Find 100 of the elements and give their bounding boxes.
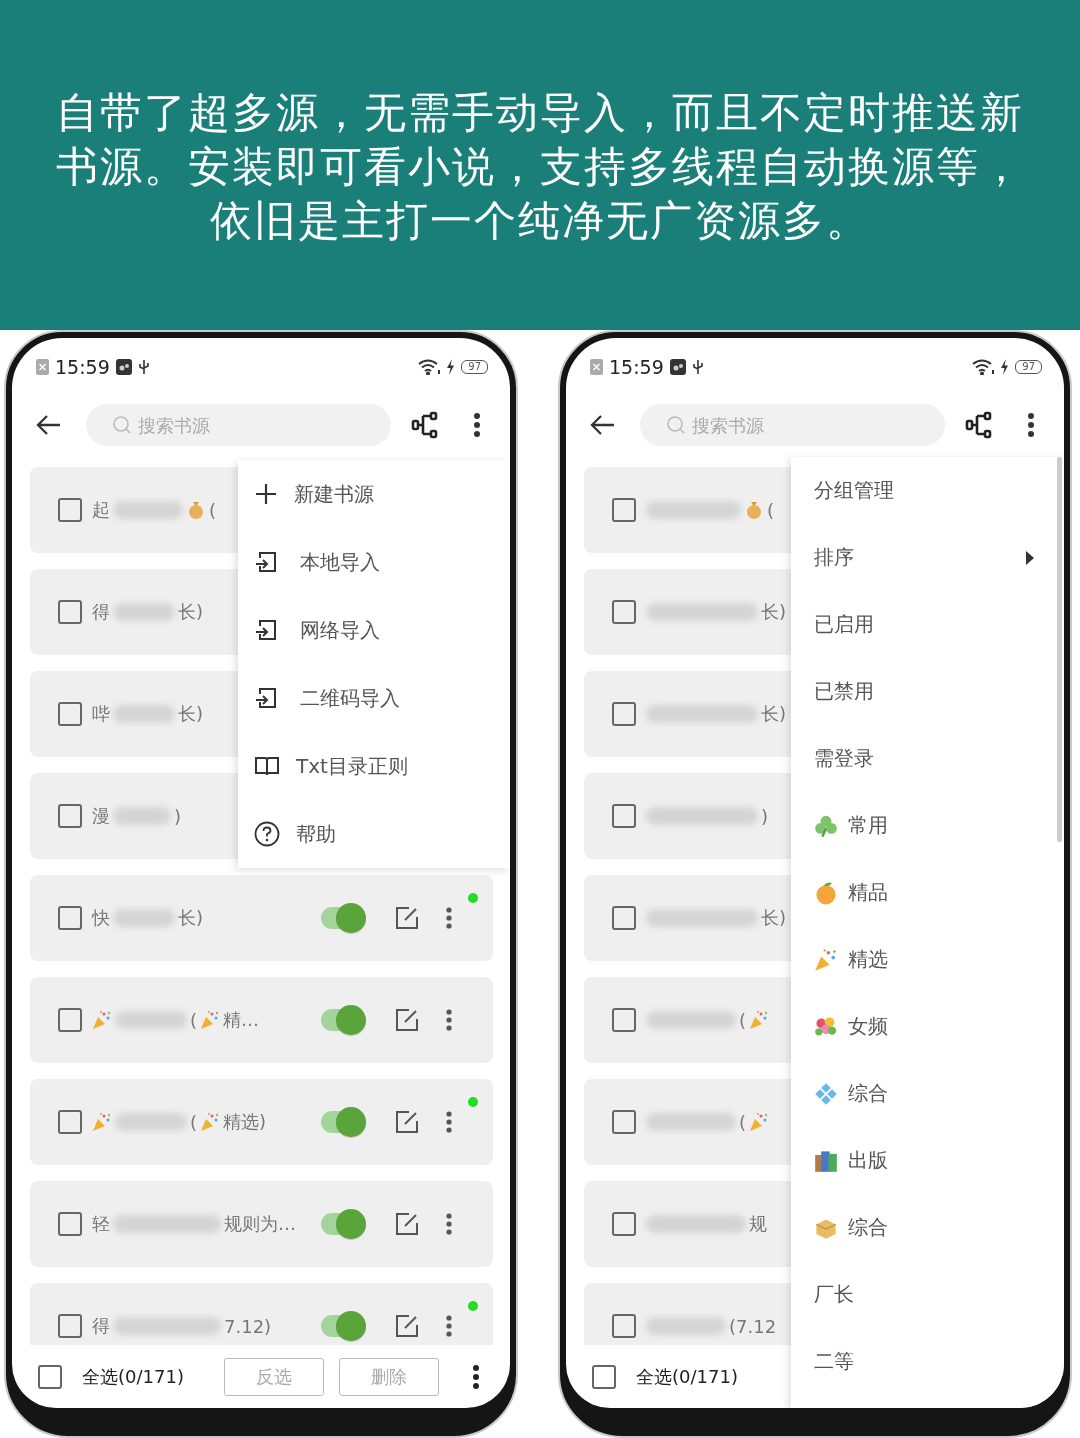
menu-label: 二维码导入 [300, 684, 400, 712]
more-icon[interactable] [445, 1008, 453, 1032]
edit-icon[interactable] [395, 1212, 419, 1236]
menu-item[interactable]: 分组管理 [791, 457, 1064, 524]
source-card[interactable]: ( 精… [30, 977, 493, 1063]
import-icon [254, 550, 278, 574]
edit-icon[interactable] [395, 1110, 419, 1134]
source-card[interactable]: 快 长) [30, 875, 493, 961]
source-name: 轻 [92, 1212, 110, 1236]
menu-label: 女频 [848, 1013, 888, 1040]
more-icon[interactable] [445, 1212, 453, 1236]
source-card[interactable]: ( 精选) [30, 1079, 493, 1165]
menu-label: 综合 [848, 1214, 888, 1241]
checkbox[interactable] [612, 702, 636, 726]
checkbox[interactable] [612, 804, 636, 828]
menu-item[interactable]: 本地导入 [238, 528, 510, 596]
party-popper-icon [200, 1112, 221, 1132]
source-name: 长) [761, 906, 787, 930]
checkbox[interactable] [612, 498, 636, 522]
back-arrow-icon[interactable] [589, 414, 615, 436]
more-options-icon[interactable] [473, 412, 481, 438]
checkbox[interactable] [58, 498, 82, 522]
edit-icon[interactable] [395, 1314, 419, 1338]
menu-item[interactable]: 新建书源 [238, 460, 510, 528]
edit-icon[interactable] [395, 906, 419, 930]
source-card[interactable]: 轻 规则为… [30, 1181, 493, 1267]
status-time: 15:59 [609, 356, 664, 378]
menu-item[interactable]: 二维码导入 [238, 664, 510, 732]
sim-icon [590, 359, 603, 375]
checkbox[interactable] [58, 1212, 82, 1236]
checkbox[interactable] [612, 1008, 636, 1032]
more-icon[interactable] [445, 1110, 453, 1134]
checkbox[interactable] [612, 906, 636, 930]
source-name: 得 [92, 1314, 110, 1338]
source-name: 长) [178, 906, 204, 930]
blurred-text [115, 1113, 187, 1131]
menu-item[interactable]: 常用 [791, 792, 1064, 859]
menu-item[interactable]: 二等 [791, 1328, 1064, 1395]
menu-item[interactable]: 精品 [791, 859, 1064, 926]
checkbox[interactable] [612, 1314, 636, 1338]
caret-right-icon [1026, 550, 1034, 565]
search-field[interactable]: 搜索书源 [640, 404, 945, 446]
select-all-checkbox[interactable] [592, 1364, 616, 1389]
menu-label: Txt目录正则 [296, 752, 408, 780]
menu-item[interactable]: Txt目录正则 [238, 732, 510, 800]
menu-item[interactable]: 排序 [791, 524, 1064, 591]
select-all-checkbox[interactable] [38, 1364, 62, 1389]
menu-item[interactable]: 帮助 [238, 800, 510, 868]
flow-icon[interactable] [965, 411, 993, 439]
source-name: ( [190, 1009, 198, 1031]
menu-item[interactable]: 女频 [791, 993, 1064, 1060]
more-options-icon[interactable] [1027, 412, 1035, 438]
checkbox[interactable] [612, 600, 636, 624]
menu-item[interactable]: 需登录 [791, 725, 1064, 792]
checkbox[interactable] [58, 1314, 82, 1338]
flow-icon[interactable] [411, 411, 439, 439]
source-name: (7.12 [729, 1315, 777, 1337]
source-card[interactable]: 得 7.12) [30, 1283, 493, 1345]
checkbox[interactable] [58, 702, 82, 726]
menu-item[interactable]: 精选 [791, 926, 1064, 993]
menu-item[interactable]: 综合 [791, 1194, 1064, 1261]
source-name: 起 [92, 498, 110, 522]
search-field[interactable]: 搜索书源 [86, 404, 391, 446]
checkbox[interactable] [58, 804, 82, 828]
source-name: 快 [92, 906, 110, 930]
party-popper-icon [814, 947, 838, 972]
checkbox[interactable] [612, 1110, 636, 1134]
sim-icon [36, 359, 49, 375]
checkbox[interactable] [58, 1110, 82, 1134]
checkbox[interactable] [58, 1008, 82, 1032]
blurred-text [113, 603, 175, 621]
party-popper-icon [749, 1010, 770, 1030]
select-all-label: 全选(0/171) [82, 1364, 184, 1389]
more-options-icon[interactable] [471, 1363, 480, 1390]
source-name: ( [739, 1009, 747, 1031]
blurred-text [113, 807, 171, 825]
menu-item[interactable]: 综合 [791, 1060, 1064, 1127]
party-popper-icon [749, 1112, 770, 1132]
source-name: 7.12) [224, 1315, 272, 1337]
checkbox[interactable] [58, 600, 82, 624]
menu-item[interactable]: 网络导入 [238, 596, 510, 664]
menu-label: 排序 [814, 544, 854, 571]
money-bag-icon [186, 500, 206, 520]
menu-item[interactable]: 出版 [791, 1127, 1064, 1194]
search-icon [666, 415, 686, 435]
back-arrow-icon[interactable] [35, 414, 61, 436]
checkbox[interactable] [612, 1212, 636, 1236]
more-icon[interactable] [445, 1314, 453, 1338]
book-icon [254, 754, 280, 778]
battery-level: 97 [1015, 360, 1042, 374]
banner-text: 书源。安装即可看小说，支持多线程自动换源等， [56, 141, 1024, 193]
fruit-icon [814, 880, 838, 905]
menu-label: 已禁用 [814, 678, 874, 705]
menu-item[interactable]: 已禁用 [791, 658, 1064, 725]
menu-item[interactable]: 已启用 [791, 591, 1064, 658]
menu-item[interactable]: 厂长 [791, 1261, 1064, 1328]
source-name: 长) [178, 600, 204, 624]
edit-icon[interactable] [395, 1008, 419, 1032]
more-icon[interactable] [445, 906, 453, 930]
checkbox[interactable] [58, 906, 82, 930]
